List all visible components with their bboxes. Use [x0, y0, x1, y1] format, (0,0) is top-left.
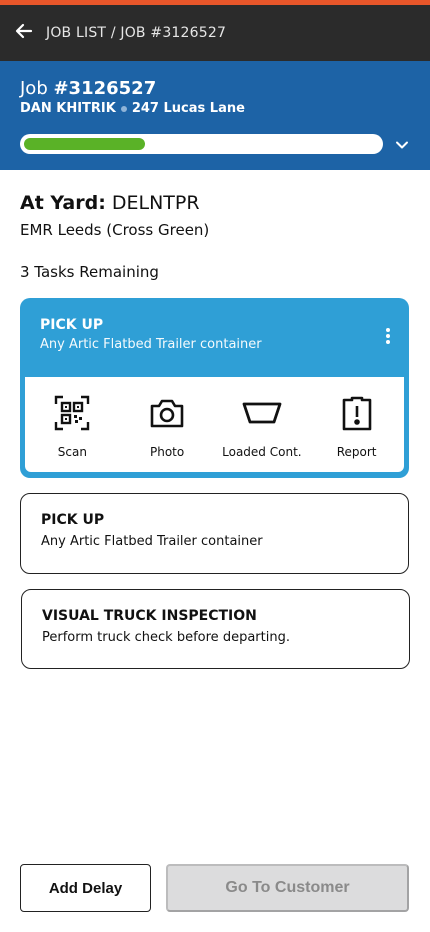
photo-button[interactable]: Photo [120, 377, 215, 472]
action-label: Report [336, 445, 377, 459]
task-subtitle: Any Artic Flatbed Trailer container [40, 337, 262, 352]
task-card[interactable]: VISUAL TRUCK INSPECTION Perform truck ch… [21, 589, 410, 669]
job-number: #3126527 [53, 78, 157, 99]
camera-icon [147, 393, 187, 433]
back-button[interactable] [0, 5, 48, 61]
top-app-bar: JOB LIST / JOB #3126527 [0, 5, 430, 61]
tasks-remaining: 3 Tasks Remaining [20, 263, 159, 281]
task-actions: Scan Photo Loaded Cont. Report [25, 377, 404, 472]
scan-button[interactable]: Scan [25, 377, 120, 472]
task-subtitle: Any Artic Flatbed Trailer container [41, 534, 263, 549]
job-progress-fill [24, 138, 145, 150]
action-label: Loaded Cont. [222, 445, 302, 459]
loaded-container-button[interactable]: Loaded Cont. [215, 377, 310, 472]
task-card-head: PICK UP Any Artic Flatbed Trailer contai… [40, 317, 262, 352]
report-alert-icon [337, 393, 377, 433]
yard-label: At Yard: [20, 192, 106, 214]
yard-status: At Yard: DELNTPR [20, 192, 200, 214]
breadcrumb: JOB LIST / JOB #3126527 [46, 25, 227, 41]
add-delay-button[interactable]: Add Delay [20, 864, 151, 912]
task-title: VISUAL TRUCK INSPECTION [42, 608, 257, 624]
task-title: PICK UP [40, 317, 104, 333]
job-title: Job #3126527 [20, 78, 157, 99]
expand-header-button[interactable] [394, 137, 410, 153]
job-meta: DAN KHITRIK 247 Lucas Lane [20, 101, 245, 116]
go-to-customer-button[interactable]: Go To Customer [166, 864, 409, 912]
report-button[interactable]: Report [309, 377, 404, 472]
task-title: PICK UP [41, 512, 105, 528]
job-header: Job #3126527 DAN KHITRIK 247 Lucas Lane [0, 61, 430, 170]
action-label: Photo [150, 445, 185, 459]
driver-name: DAN KHITRIK [20, 101, 116, 116]
more-vertical-icon [385, 328, 391, 348]
task-subtitle: Perform truck check before departing. [42, 630, 290, 645]
job-address: 247 Lucas Lane [131, 101, 245, 116]
qr-scan-icon [52, 393, 92, 433]
job-progress-bar [20, 134, 383, 154]
container-icon [242, 393, 282, 433]
task-menu-button[interactable] [385, 328, 391, 344]
separator-dot [120, 105, 127, 112]
task-card-active[interactable]: PICK UP Any Artic Flatbed Trailer contai… [20, 298, 409, 478]
chevron-down-icon [394, 138, 410, 157]
yard-name: EMR Leeds (Cross Green) [20, 221, 210, 239]
yard-code: DELNTPR [111, 192, 200, 214]
task-card[interactable]: PICK UP Any Artic Flatbed Trailer contai… [20, 493, 409, 574]
arrow-left-icon [14, 21, 34, 45]
action-label: Scan [57, 445, 87, 459]
